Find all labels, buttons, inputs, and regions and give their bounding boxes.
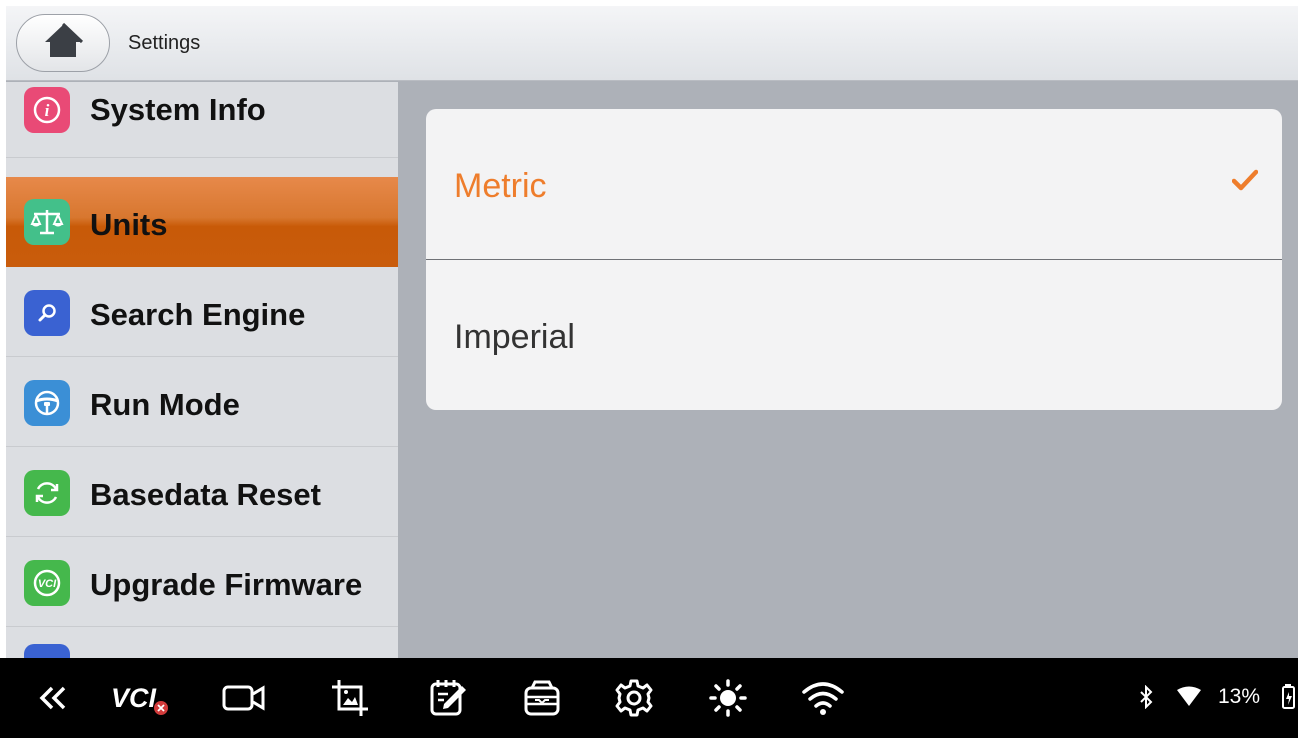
toolbox-icon[interactable] <box>520 676 564 720</box>
sidebar-item-label: System Info <box>90 92 266 127</box>
page-title: Settings <box>128 32 201 54</box>
wifi-signal-icon <box>1176 682 1202 712</box>
sidebar-item-label: Basedata Reset <box>90 477 321 512</box>
header-bar: Settings <box>6 6 1298 81</box>
partial-sidebar-icon <box>24 644 70 658</box>
notes-icon[interactable] <box>426 676 470 720</box>
sidebar-item-label: Upgrade Firmware <box>90 567 363 602</box>
option-metric[interactable]: Metric <box>426 109 1282 259</box>
home-icon <box>42 22 84 65</box>
settings-app: Settings i System Info Units Search Engi… <box>6 6 1298 658</box>
back-double-chevron-icon[interactable] <box>36 676 70 720</box>
settings-sidebar: i System Info Units Search Engine Run Mo… <box>6 82 398 658</box>
vci-icon: VCI <box>24 560 70 606</box>
settings-gear-icon[interactable] <box>612 676 656 720</box>
sidebar-item-label: Units <box>90 207 168 242</box>
vci-label: VCI <box>110 682 156 713</box>
video-camera-icon[interactable] <box>220 676 268 720</box>
brightness-icon[interactable] <box>706 676 750 720</box>
sidebar-item-basedata-reset[interactable]: Basedata Reset <box>6 447 398 537</box>
option-imperial[interactable]: Imperial <box>426 260 1282 410</box>
sidebar-item-system-info[interactable]: i System Info <box>6 82 398 158</box>
home-button[interactable] <box>16 14 110 72</box>
sidebar-item-run-mode[interactable]: Run Mode <box>6 357 398 447</box>
battery-icon <box>1282 682 1296 712</box>
units-option-card: Metric Imperial <box>426 109 1282 410</box>
battery-percent: 13% <box>1218 685 1261 708</box>
system-taskbar: VCI 13% <box>0 658 1298 738</box>
option-label: Imperial <box>454 318 575 356</box>
vci-disconnected-icon[interactable]: VCI <box>108 676 172 720</box>
wifi-icon[interactable] <box>800 676 846 720</box>
units-panel: Metric Imperial <box>398 82 1298 658</box>
svg-text:VCI: VCI <box>38 578 57 590</box>
refresh-icon <box>24 470 70 516</box>
sidebar-item-units[interactable]: Units <box>6 177 398 267</box>
sidebar-item-label: Search Engine <box>90 297 306 332</box>
option-label: Metric <box>454 167 547 205</box>
bluetooth-icon <box>1138 682 1154 712</box>
sidebar-item-label: Run Mode <box>90 387 240 422</box>
sidebar-item-upgrade-firmware[interactable]: VCI Upgrade Firmware <box>6 537 398 627</box>
search-icon <box>24 290 70 336</box>
sidebar-item-search-engine[interactable]: Search Engine <box>6 267 398 357</box>
steering-wheel-icon <box>24 380 70 426</box>
svg-text:i: i <box>45 101 50 120</box>
screenshot-crop-icon[interactable] <box>328 676 372 720</box>
checkmark-icon <box>1231 169 1259 196</box>
scale-icon <box>24 199 70 245</box>
info-icon: i <box>24 87 70 133</box>
